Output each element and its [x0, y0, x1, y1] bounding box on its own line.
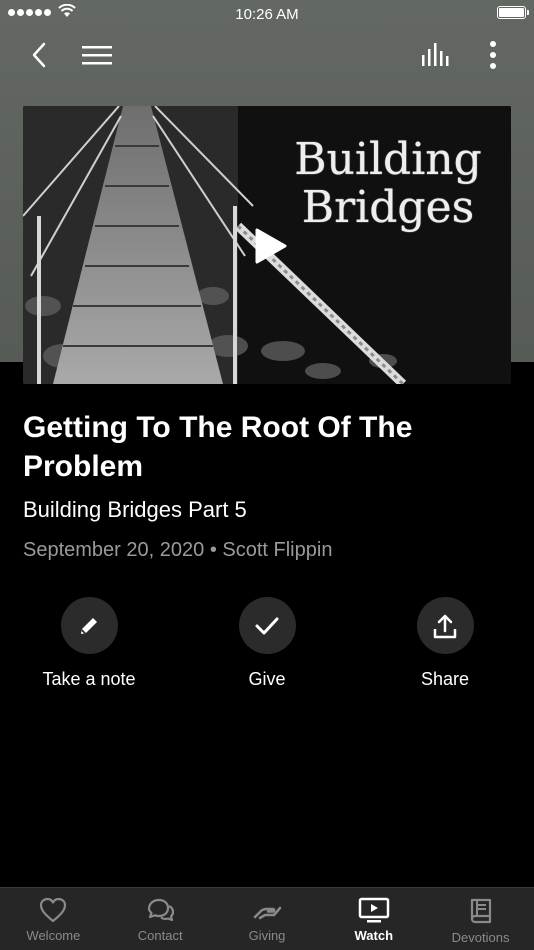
- back-button[interactable]: [17, 30, 61, 80]
- take-note-label: Take a note: [42, 669, 136, 689]
- sermon-meta: September 20, 2020 • Scott Flippin: [23, 539, 332, 562]
- tab-contact-label: Contact: [137, 928, 183, 943]
- battery-icon: [497, 6, 529, 19]
- tab-bar: Welcome Contact Giving Watch Devotions: [0, 887, 534, 950]
- speaker-name: Scott Flippin: [222, 539, 333, 561]
- take-note-button[interactable]: Take a note: [9, 597, 169, 690]
- artwork-title: Building Bridges: [294, 134, 482, 233]
- more-vertical-icon: [490, 41, 496, 69]
- tab-welcome[interactable]: Welcome: [0, 888, 107, 950]
- check-icon: [255, 617, 279, 634]
- share-button[interactable]: Share: [365, 597, 525, 690]
- heart-icon: [40, 897, 67, 923]
- status-bar: 10:26 AM: [0, 0, 534, 28]
- series-name: Building Bridges Part 5: [23, 497, 247, 522]
- pencil-icon: [81, 617, 97, 634]
- status-time: 10:26 AM: [235, 6, 299, 23]
- tab-contact[interactable]: Contact: [107, 888, 214, 950]
- give-button[interactable]: Give: [187, 597, 347, 690]
- share-label: Share: [420, 669, 470, 689]
- tab-devotions[interactable]: Devotions: [427, 888, 534, 950]
- hamburger-menu-icon: [82, 46, 112, 65]
- tab-devotions-label: Devotions: [451, 930, 510, 945]
- share-icon: [433, 614, 457, 638]
- more-options-button[interactable]: [471, 30, 515, 80]
- audio-button[interactable]: [414, 30, 458, 80]
- chevron-left-icon: [32, 42, 46, 68]
- tab-watch[interactable]: Watch: [320, 888, 427, 950]
- sermon-date: September 20, 2020: [23, 539, 205, 561]
- take-note-circle: [60, 597, 118, 654]
- navigation-bar: [0, 30, 534, 80]
- meta-separator: •: [209, 539, 217, 561]
- giving-hand-icon: [253, 906, 282, 920]
- give-circle: [238, 597, 296, 654]
- give-label: Give: [248, 669, 286, 689]
- tab-welcome-label: Welcome: [26, 928, 81, 943]
- tab-watch-label: Watch: [354, 928, 394, 943]
- chat-bubbles-icon: [148, 898, 175, 922]
- menu-button[interactable]: [75, 30, 119, 80]
- tv-play-icon: [358, 897, 390, 923]
- play-icon[interactable]: [251, 224, 291, 268]
- share-circle: [416, 597, 474, 654]
- book-icon: [470, 898, 491, 924]
- sermon-title: Getting To The Root Of The Problem: [23, 411, 413, 483]
- tab-giving[interactable]: Giving: [214, 888, 321, 950]
- audio-bars-icon: [422, 43, 449, 66]
- tab-giving-label: Giving: [248, 928, 286, 943]
- video-player[interactable]: Building Bridges: [23, 106, 511, 384]
